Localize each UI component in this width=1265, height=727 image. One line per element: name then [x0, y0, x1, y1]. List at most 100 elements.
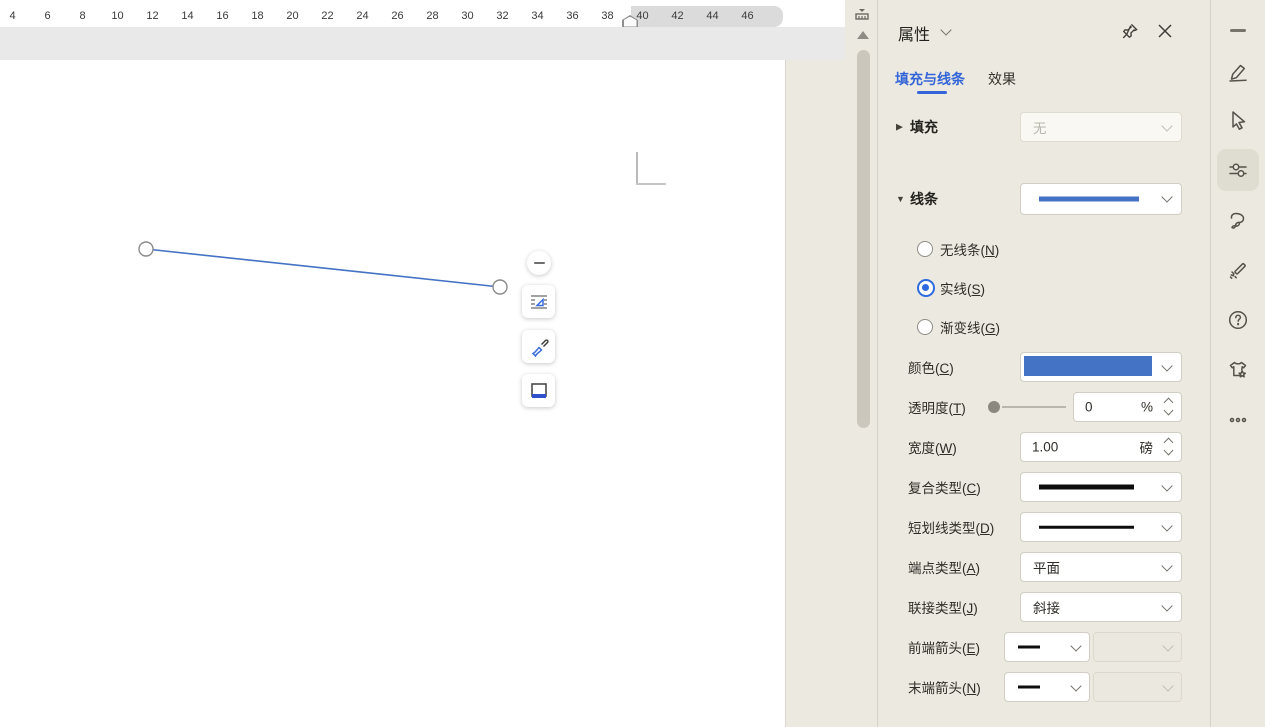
- transparency-unit: %: [1141, 400, 1153, 415]
- chevron-down-icon: [1161, 560, 1172, 571]
- width-value[interactable]: 1.00: [1032, 440, 1058, 455]
- sidebar-theme-button[interactable]: [1217, 349, 1259, 391]
- sidebar-resources-button[interactable]: [1217, 200, 1259, 242]
- text-wrap-icon: [529, 292, 549, 312]
- close-icon: [1157, 23, 1173, 39]
- begin-arrow-preview: [1018, 646, 1040, 649]
- chevron-down-icon: [1070, 680, 1081, 691]
- ruler-number: 28: [415, 10, 450, 22]
- text-wrap-button[interactable]: [522, 285, 555, 318]
- properties-panel: 属性 填充与线条 效果 ▶ 填充 无 ▼ 线条 无线条(N): [878, 0, 1210, 727]
- transparency-slider-handle[interactable]: [988, 401, 1000, 413]
- width-label: 宽度(W): [908, 437, 957, 457]
- join-type-row: 联接类型(J) 斜接: [878, 587, 1210, 627]
- end-arrow-style-dropdown[interactable]: [1004, 672, 1090, 702]
- compound-type-preview: [1039, 485, 1134, 490]
- chevron-down-icon: [1161, 360, 1172, 371]
- sidebar-tools-button[interactable]: [1217, 249, 1259, 291]
- line-style-preview: [1039, 197, 1139, 202]
- width-value-box[interactable]: 1.00 磅: [1020, 432, 1182, 462]
- ruler-number: 32: [485, 10, 520, 22]
- solid-line-radio[interactable]: [917, 279, 935, 297]
- fill-type-dropdown: 无: [1020, 112, 1182, 142]
- dash-type-preview: [1039, 526, 1134, 529]
- fill-section-label: 填充: [910, 117, 938, 137]
- scroll-up-button[interactable]: [857, 31, 869, 39]
- frame-border-icon: [529, 381, 549, 401]
- chevron-down-icon: [1161, 520, 1172, 531]
- chevron-down-icon: [1161, 120, 1172, 131]
- selected-line-shape[interactable]: [0, 60, 785, 727]
- ruler-number: 24: [345, 10, 380, 22]
- sidebar-more-button[interactable]: [1217, 399, 1259, 441]
- ruler-number: 30: [450, 10, 485, 22]
- ruler-number: 6: [30, 10, 65, 22]
- ruler-number: 26: [380, 10, 415, 22]
- width-row: 宽度(W) 1.00 磅: [878, 427, 1210, 467]
- collapse-arrow-icon[interactable]: ▶: [896, 122, 903, 133]
- gradient-line-radio-row: 渐变线(G): [878, 312, 1210, 342]
- begin-arrow-style-dropdown[interactable]: [1004, 632, 1090, 662]
- collapse-arrow-icon[interactable]: ▼: [896, 194, 905, 204]
- color-row: 颜色(C): [878, 347, 1210, 387]
- transparency-value-box[interactable]: 0 %: [1073, 392, 1182, 422]
- sidebar-properties-button[interactable]: [1217, 149, 1259, 191]
- ruler-number: 20: [275, 10, 310, 22]
- gradient-line-radio[interactable]: [917, 319, 933, 335]
- pen-icon: [1226, 60, 1250, 84]
- sidebar-select-button[interactable]: [1217, 99, 1259, 141]
- format-brush-icon: [529, 337, 549, 357]
- dash-type-dropdown[interactable]: [1020, 512, 1182, 542]
- cursor-icon: [1226, 108, 1250, 132]
- right-toolbar: [1211, 0, 1265, 727]
- begin-arrow-size-dropdown: [1093, 632, 1182, 662]
- sidebar-help-button[interactable]: [1217, 299, 1259, 341]
- line-style-dropdown[interactable]: [1020, 183, 1182, 215]
- line-section-label: 线条: [910, 189, 938, 209]
- no-line-radio-label[interactable]: 无线条(N): [940, 239, 999, 259]
- transparency-value[interactable]: 0: [1085, 400, 1093, 415]
- ruler-number: 18: [240, 10, 275, 22]
- no-line-radio[interactable]: [917, 241, 933, 257]
- pin-panel-button[interactable]: [1118, 20, 1140, 42]
- ruler-number: 8: [65, 10, 100, 22]
- transparency-slider-track[interactable]: [1002, 406, 1066, 408]
- end-arrow-preview: [1018, 686, 1040, 689]
- gradient-line-radio-label[interactable]: 渐变线(G): [940, 317, 1000, 337]
- collapse-toolbar-button[interactable]: [527, 251, 551, 275]
- end-arrow-size-dropdown: [1093, 672, 1182, 702]
- ruler-lower-strip: [0, 27, 845, 60]
- tab-fill-and-line[interactable]: 填充与线条: [895, 69, 965, 89]
- join-type-dropdown[interactable]: 斜接: [1020, 592, 1182, 622]
- width-spinner[interactable]: [1164, 437, 1174, 457]
- transparency-row: 透明度(T) 0 %: [878, 387, 1210, 427]
- line-endpoint-handle[interactable]: [493, 280, 507, 294]
- close-panel-button[interactable]: [1154, 20, 1176, 42]
- cap-type-dropdown[interactable]: 平面: [1020, 552, 1182, 582]
- solid-line-radio-label[interactable]: 实线(S): [940, 278, 985, 298]
- ruler-number: 10: [100, 10, 135, 22]
- ruler-number: 38: [590, 10, 625, 22]
- cap-type-row: 端点类型(A) 平面: [878, 547, 1210, 587]
- shirt-star-icon: [1226, 358, 1250, 382]
- panel-title: 属性: [898, 21, 930, 45]
- vertical-scrollbar-thumb[interactable]: [857, 50, 870, 428]
- line-endpoint-handle[interactable]: [139, 242, 153, 256]
- line-section-row: ▼ 线条: [878, 179, 1210, 219]
- transparency-spinner[interactable]: [1164, 397, 1174, 417]
- help-icon: [1226, 308, 1250, 332]
- begin-arrow-row: 前端箭头(E): [878, 627, 1210, 667]
- end-arrow-label: 末端箭头(N): [908, 677, 981, 697]
- ruler-toggle-icon: [853, 6, 871, 24]
- ruler-number: 36: [555, 10, 590, 22]
- dash-type-row: 短划线类型(D): [878, 507, 1210, 547]
- sidebar-pen-button[interactable]: [1217, 51, 1259, 93]
- frame-border-button[interactable]: [522, 374, 555, 407]
- color-dropdown[interactable]: [1020, 352, 1182, 382]
- ruler-toggle-button[interactable]: [853, 6, 873, 24]
- ruler-numbers: 4681012141618202224262830323436384042444…: [0, 6, 765, 22]
- format-brush-button[interactable]: [522, 330, 555, 363]
- panel-title-chevron-icon[interactable]: [940, 24, 951, 35]
- compound-type-dropdown[interactable]: [1020, 472, 1182, 502]
- tab-effects[interactable]: 效果: [988, 69, 1016, 89]
